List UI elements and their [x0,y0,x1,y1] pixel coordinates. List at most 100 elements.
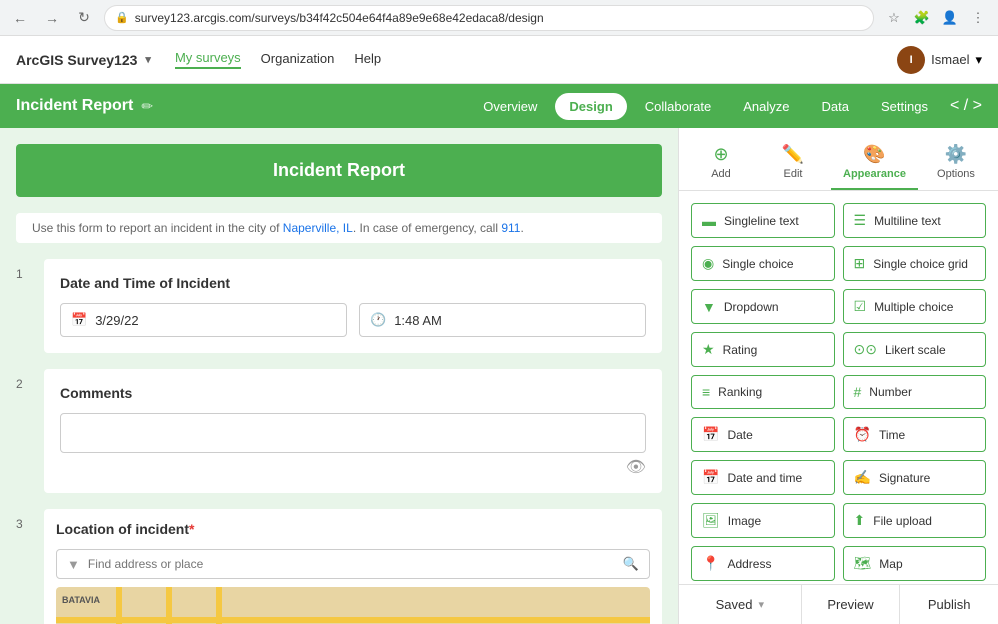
widget-date-time[interactable]: 📅 Date and time [691,460,835,495]
panel-tab-edit[interactable]: ✏️ Edit [759,136,827,190]
preview-button[interactable]: Preview [802,585,901,624]
extension-button[interactable]: 🧩 [910,6,934,30]
question-label-1: Date and Time of Incident [60,275,646,291]
single-choice-icon: ◉ [702,255,714,272]
right-panel: ⊕ Add ✏️ Edit 🎨 Appearance ⚙️ Options ▬ … [678,128,998,624]
options-tab-label: Options [937,168,975,180]
tab-analyze[interactable]: Analyze [729,93,803,120]
edit-tab-icon: ✏️ [782,144,804,165]
widget-single-choice-grid[interactable]: ⊞ Single choice grid [843,246,987,281]
url-bar[interactable]: 🔒 survey123.arcgis.com/surveys/b34f42c50… [104,5,874,31]
user-dropdown-icon: ▾ [975,52,982,68]
menu-button[interactable]: ⋮ [966,6,990,30]
hide-icon-row: 👁 [60,457,646,477]
survey-toolbar: Incident Report ✏ Overview Design Collab… [0,84,998,128]
browser-actions: ☆ 🧩 👤 ⋮ [882,6,990,30]
app-logo-dropdown-icon[interactable]: ▾ [145,53,151,66]
required-marker: * [189,521,194,537]
options-tab-icon: ⚙️ [945,144,967,165]
map-road-v2 [166,587,172,624]
browser-bar: ← → ↻ 🔒 survey123.arcgis.com/surveys/b34… [0,0,998,36]
map-road-h1 [56,617,650,623]
reload-button[interactable]: ↻ [72,6,96,30]
widget-signature[interactable]: ✍ Signature [843,460,987,495]
widget-single-choice[interactable]: ◉ Single choice [691,246,835,281]
widget-ranking[interactable]: ≡ Ranking [691,375,835,409]
number-icon: # [854,384,862,400]
calendar-icon: 📅 [71,312,87,328]
widget-image[interactable]: 🖼 Image [691,503,835,538]
singleline-text-icon: ▬ [702,213,716,229]
question-label-2: Comments [60,385,646,401]
subtitle-link-naperville[interactable]: Naperville, IL [283,221,353,235]
main-content: Incident Report Use this form to report … [0,128,998,624]
widget-rating[interactable]: ★ Rating [691,332,835,367]
multiple-choice-icon: ☑ [854,298,867,315]
bottom-bar: Saved ▾ Preview Publish [679,584,998,624]
map-icon: 🗺 [854,555,872,572]
clock-icon: 🕐 [370,312,386,328]
tab-data[interactable]: Data [808,93,863,120]
panel-tab-appearance[interactable]: 🎨 Appearance [831,136,918,190]
widget-file-upload[interactable]: ⬆ File upload [843,503,987,538]
question-card-1: Date and Time of Incident 📅 3/29/22 🕐 1:… [44,259,662,353]
appearance-tab-label: Appearance [843,168,906,180]
edit-title-button[interactable]: ✏ [141,98,153,115]
widget-map[interactable]: 🗺 Map [843,546,987,581]
forward-button[interactable]: → [40,6,64,30]
profile-button[interactable]: 👤 [938,6,962,30]
widget-likert[interactable]: ⊙⊙ Likert scale [843,332,987,367]
lock-icon: 🔒 [115,11,129,24]
time-input[interactable]: 🕐 1:48 AM [359,303,646,337]
widget-date[interactable]: 📅 Date [691,417,835,452]
widget-multiple-choice-label: Multiple choice [874,300,953,314]
form-subtitle: Use this form to report an incident in t… [16,213,662,243]
widget-image-label: Image [728,514,761,528]
comments-input[interactable] [60,413,646,453]
time-icon: ⏰ [854,426,871,443]
panel-tab-add[interactable]: ⊕ Add [687,136,755,190]
add-tab-icon: ⊕ [713,144,728,165]
date-input[interactable]: 📅 3/29/22 [60,303,347,337]
map-search-input[interactable] [88,557,615,571]
multiline-text-icon: ☰ [854,212,867,229]
tab-overview[interactable]: Overview [469,93,551,120]
bookmark-button[interactable]: ☆ [882,6,906,30]
save-area[interactable]: Saved ▾ [679,585,802,624]
widget-signature-label: Signature [879,471,930,485]
tab-collaborate[interactable]: Collaborate [631,93,726,120]
app-logo: ArcGIS Survey123 ▾ [16,52,151,68]
date-value: 3/29/22 [95,313,138,328]
subtitle-link-911[interactable]: 911 [501,221,520,235]
rating-icon: ★ [702,341,715,358]
map-search-bar[interactable]: ▼ 🔍 [56,549,650,579]
map-road-v3 [216,587,222,624]
widget-dropdown[interactable]: ▼ Dropdown [691,289,835,324]
panel-tabs: ⊕ Add ✏️ Edit 🎨 Appearance ⚙️ Options [679,128,998,191]
widget-multiline-text[interactable]: ☰ Multiline text [843,203,987,238]
widget-multiple-choice[interactable]: ☑ Multiple choice [843,289,987,324]
widget-address[interactable]: 📍 Address [691,546,835,581]
nav-help[interactable]: Help [354,51,381,68]
panel-tab-options[interactable]: ⚙️ Options [922,136,990,190]
nav-organization[interactable]: Organization [261,51,335,68]
user-avatar[interactable]: I Ismael ▾ [897,46,982,74]
map-search-submit-icon[interactable]: 🔍 [623,556,639,572]
nav-my-surveys[interactable]: My surveys [175,50,241,69]
toolbar-nav: Overview Design Collaborate Analyze Data… [469,93,942,120]
question-row-1: 1 Date and Time of Incident 📅 3/29/22 🕐 … [16,259,662,353]
tab-design[interactable]: Design [555,93,626,120]
visibility-icon[interactable]: 👁 [626,457,646,477]
tab-settings[interactable]: Settings [867,93,942,120]
save-dropdown-icon[interactable]: ▾ [759,598,765,611]
widget-singleline-text[interactable]: ▬ Singleline text [691,203,835,238]
publish-button[interactable]: Publish [900,585,998,624]
widget-time[interactable]: ⏰ Time [843,417,987,452]
widget-date-label: Date [727,428,752,442]
back-button[interactable]: ← [8,6,32,30]
question-label-3: Location of incident* [56,521,650,537]
map-road-v1 [116,587,122,624]
widget-number-label: Number [869,385,912,399]
share-button[interactable]: < / > [950,97,982,115]
widget-number[interactable]: # Number [843,375,987,409]
